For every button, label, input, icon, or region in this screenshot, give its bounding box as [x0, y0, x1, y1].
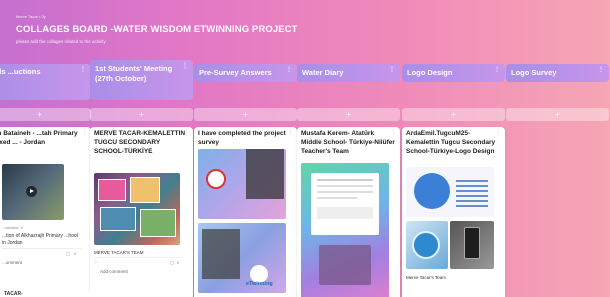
survey-image[interactable] [198, 149, 286, 219]
add-post-button[interactable]: + [194, 108, 297, 121]
add-post-button[interactable]: + [506, 108, 609, 121]
add-post-button[interactable]: + [402, 108, 505, 121]
post-card-partial[interactable]: TACAR- [0, 289, 90, 297]
column-logo-design: Logo Design ⋮ + ArdaEmil.TugcuM25-Kemale… [402, 64, 505, 297]
video-thumbnail[interactable] [2, 164, 64, 220]
column-title: Water Diary [302, 68, 344, 77]
post-title: MERVE TACAR-KEMALETTIN TUGCU SECONDARY S… [94, 130, 186, 155]
etwinning-logo: eTwinning [246, 281, 273, 287]
logo-image[interactable] [406, 167, 494, 217]
post-menu-icon[interactable]: ⋮ [184, 130, 189, 136]
column-menu-icon[interactable]: ⋮ [182, 63, 188, 71]
column-title: Logo Survey [511, 68, 557, 77]
comment-icon[interactable]: ▢ [66, 251, 70, 256]
phone-image[interactable] [450, 221, 494, 269]
column-pre-survey: Pre-Survey Answers ⋮ + I have completed … [194, 64, 297, 297]
board-owner: Merve Tacar • 2y [16, 14, 46, 19]
post-title: ...n Bataineh - ...tah Primary Mixed ...… [0, 130, 78, 146]
post-menu-icon[interactable]: ⋮ [496, 130, 501, 136]
post-caption: ...tion of Alkhazrajh Primary ...hool in… [2, 233, 78, 246]
post-caption: Merve Tacar's Team [406, 275, 446, 280]
post-card[interactable]: ArdaEmil.TugcuM25-Kemalettin Tugcu Secon… [402, 127, 505, 297]
column-header[interactable]: ...ls ...uctions ⋮ [0, 64, 91, 100]
column-header[interactable]: Water Diary ⋮ [297, 64, 400, 82]
post-title: Mustafa Kerem- Atatürk Middle School- Tü… [301, 130, 395, 155]
column-menu-icon[interactable]: ⋮ [494, 67, 500, 75]
survey-image[interactable]: eTwinning [198, 223, 286, 293]
add-post-button[interactable]: + [90, 108, 193, 121]
add-comment-link[interactable]: ...omment [2, 260, 22, 265]
post-card[interactable]: ...n Bataineh - ...tah Primary Mixed ...… [0, 127, 91, 297]
column-water-diary: Water Diary ⋮ + Mustafa Kerem- Atatürk M… [297, 64, 400, 297]
column-menu-icon[interactable]: ⋮ [286, 67, 292, 75]
column-header[interactable]: 1st Students' Meeting (27th October) ⋮ [90, 60, 193, 100]
post-menu-icon[interactable]: ⋮ [288, 130, 293, 136]
post-card[interactable]: I have completed the project survey ⋮ eT… [194, 127, 297, 297]
column-title: ...ls ...uctions [0, 67, 41, 76]
post-card[interactable]: Mustafa Kerem- Atatürk Middle School- Tü… [297, 127, 400, 297]
post-menu-icon[interactable]: ⋮ [391, 130, 396, 136]
add-post-button[interactable]: + [0, 108, 91, 121]
column-header[interactable]: Pre-Survey Answers ⋮ [194, 64, 297, 82]
post-menu-icon[interactable]: ⋮ [82, 130, 87, 136]
column-header[interactable]: Logo Survey ⋮ [506, 64, 609, 82]
comment-icon[interactable]: ▢ [170, 260, 174, 265]
board-header: Merve Tacar • 2y COLLAGES BOARD -WATER W… [16, 14, 436, 44]
collage-image[interactable] [94, 173, 180, 245]
comment-count: 0 [177, 260, 180, 265]
column-header[interactable]: Logo Design ⋮ [402, 64, 505, 82]
add-comment-link[interactable]: Add comment [100, 269, 128, 274]
column-students-meeting: 1st Students' Meeting (27th October) ⋮ +… [90, 60, 193, 297]
column-title: Pre-Survey Answers [199, 68, 272, 77]
reaction-count: ...eaction: 3 [2, 225, 23, 230]
play-icon[interactable] [26, 186, 37, 197]
column-menu-icon[interactable]: ⋮ [598, 67, 604, 75]
diary-image[interactable] [301, 163, 389, 297]
column-menu-icon[interactable]: ⋮ [80, 67, 86, 75]
post-title: TACAR- [4, 291, 23, 297]
column-title: 1st Students' Meeting (27th October) [95, 64, 173, 83]
post-title: ArdaEmil.TugcuM25-Kemalettin Tugcu Secon… [406, 130, 496, 155]
board-title: COLLAGES BOARD -WATER WISDOM ETWINNING P… [16, 24, 298, 35]
add-post-button[interactable]: + [297, 108, 400, 121]
column-instructions: ...ls ...uctions ⋮ + ...n Bataineh - ...… [0, 64, 91, 297]
post-card[interactable]: MERVE TACAR-KEMALETTIN TUGCU SECONDARY S… [90, 127, 193, 297]
post-caption: MERVE TACAR'S TEAM [94, 250, 144, 255]
column-title: Logo Design [407, 68, 453, 77]
column-logo-survey: Logo Survey ⋮ + [506, 64, 609, 297]
reaction-icon[interactable]: ♡ [94, 260, 98, 265]
globe-image[interactable] [406, 221, 448, 269]
comment-count: 0 [74, 251, 77, 256]
board-description: please add the collages related to the a… [16, 39, 106, 44]
post-title: I have completed the project survey [198, 130, 286, 146]
column-menu-icon[interactable]: ⋮ [389, 67, 395, 75]
